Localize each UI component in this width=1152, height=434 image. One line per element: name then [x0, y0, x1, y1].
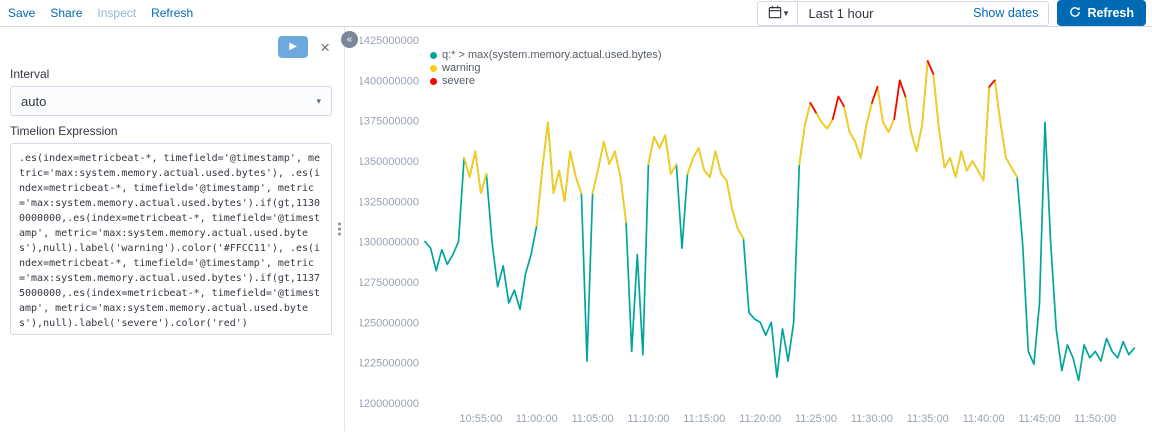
legend-dot	[430, 65, 437, 72]
legend-label: q:* > max(system.memory.actual.used.byte…	[442, 49, 662, 61]
show-dates-button[interactable]: Show dates	[963, 6, 1048, 20]
x-tick-label: 11:25:00	[795, 413, 837, 425]
legend-dot	[430, 52, 437, 59]
time-range-value[interactable]: Last 1 hour	[798, 6, 963, 21]
refresh-button-label: Refresh	[1087, 6, 1134, 20]
y-tick-label: 11300000000	[360, 237, 419, 249]
x-tick-label: 11:30:00	[851, 413, 893, 425]
panel-actions: ▶ ×	[10, 35, 332, 59]
save-link[interactable]: Save	[8, 6, 35, 20]
calendar-dropdown-button[interactable]: ▾	[758, 1, 799, 25]
x-tick-label: 11:15:00	[683, 413, 725, 425]
y-tick-label: 11400000000	[360, 75, 419, 87]
x-tick-label: 11:00:00	[516, 413, 558, 425]
x-tick-label: 11:10:00	[627, 413, 669, 425]
y-tick-label: 11200000000	[360, 398, 419, 410]
refresh-icon	[1069, 6, 1081, 21]
chart-area: 11425000000 11400000000 11375000000 1135000…	[353, 27, 1152, 431]
legend-dot	[430, 78, 437, 85]
x-tick-label: 11:20:00	[739, 413, 781, 425]
y-tick-label: 11325000000	[360, 196, 419, 208]
top-bar: Save Share Inspect Refresh ▾ Last 1 hour…	[0, 0, 1152, 27]
date-picker: ▾ Last 1 hour Show dates	[757, 0, 1050, 26]
x-tick-label: 11:45:00	[1018, 413, 1060, 425]
interval-select-value: auto	[21, 93, 47, 109]
refresh-link[interactable]: Refresh	[151, 6, 193, 20]
expression-label: Timelion Expression	[10, 124, 118, 138]
y-tick-label: 11425000000	[360, 35, 419, 47]
chevron-down-icon: ▾	[783, 7, 789, 18]
x-tick-label: 11:50:00	[1074, 413, 1116, 425]
interval-label: Interval	[10, 67, 50, 81]
y-tick-label: 11375000000	[360, 116, 419, 128]
timelion-editor-panel: ▶ × Interval auto ▾ Timelion Expression …	[0, 27, 345, 431]
play-icon: ▶	[289, 41, 297, 52]
legend-item[interactable]: severe	[430, 75, 662, 88]
legend-item[interactable]: q:* > max(system.memory.actual.used.byte…	[430, 49, 662, 62]
y-tick-label: 11350000000	[360, 156, 419, 168]
close-icon: ×	[320, 37, 330, 57]
legend-label: warning	[442, 62, 481, 74]
legend-item[interactable]: warning	[430, 62, 662, 75]
x-tick-label: 11:35:00	[907, 413, 949, 425]
close-button[interactable]: ×	[318, 39, 332, 56]
inspect-link[interactable]: Inspect	[97, 6, 136, 20]
visualize-nav-links: Save Share Inspect Refresh	[8, 6, 193, 20]
chevron-down-icon: ▾	[316, 95, 321, 106]
legend: q:* > max(system.memory.actual.used.byte…	[430, 49, 662, 88]
play-button[interactable]: ▶	[278, 36, 309, 58]
time-controls: ▾ Last 1 hour Show dates Refresh	[757, 0, 1146, 26]
drag-handle[interactable]	[336, 220, 343, 239]
x-tick-label: 11:05:00	[572, 413, 614, 425]
x-tick-label: 11:40:00	[963, 413, 1005, 425]
expression-input[interactable]: .es(index=metricbeat-*, timefield='@time…	[10, 143, 332, 335]
collapse-panel-button[interactable]: «	[341, 31, 358, 48]
x-tick-label: 10:55:00	[459, 413, 502, 425]
y-tick-label: 11225000000	[360, 358, 419, 370]
refresh-button[interactable]: Refresh	[1057, 0, 1146, 26]
series-line	[424, 60, 1136, 382]
kibana-timelion-app: Save Share Inspect Refresh ▾ Last 1 hour…	[0, 0, 1152, 431]
y-tick-label: 11275000000	[360, 277, 419, 289]
share-link[interactable]: Share	[50, 6, 82, 20]
legend-label: severe	[442, 75, 476, 87]
interval-select[interactable]: auto ▾	[10, 86, 332, 116]
calendar-icon	[768, 5, 782, 22]
y-tick-label: 11250000000	[360, 317, 419, 329]
series-line	[809, 60, 996, 120]
